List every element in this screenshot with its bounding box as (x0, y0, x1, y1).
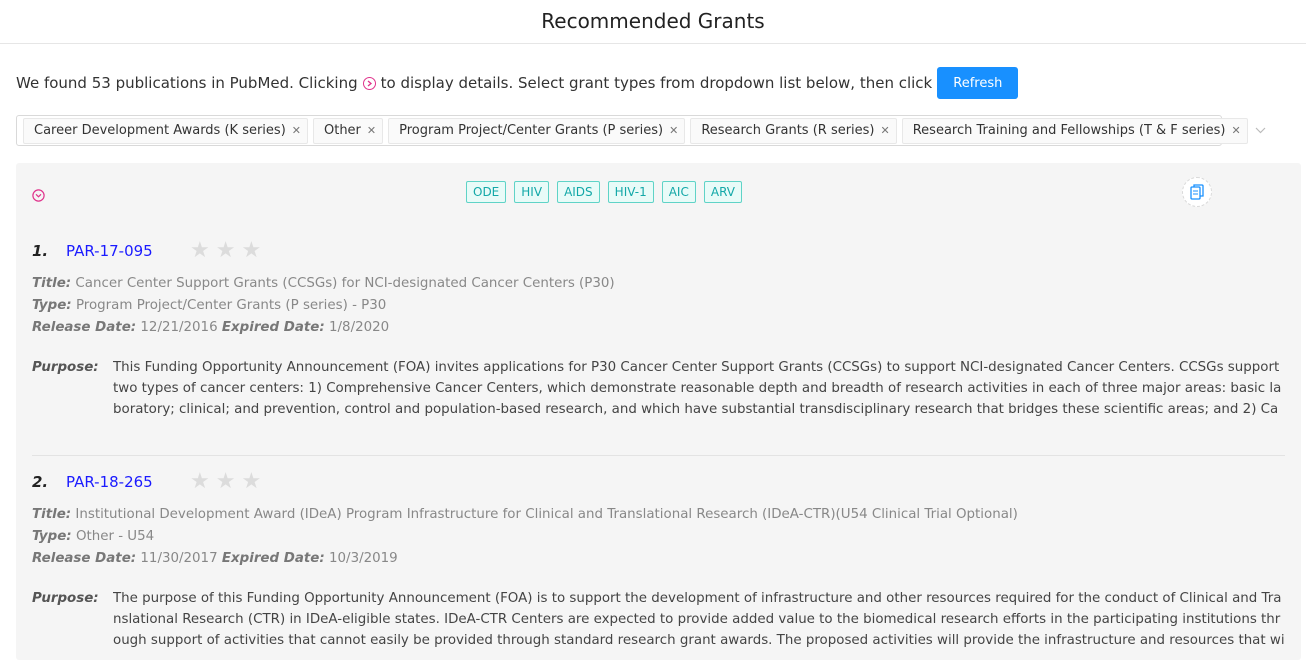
filter-chip-label: Research Training and Fellowships (T & F… (912, 123, 1226, 138)
keyword-tag: ODE (466, 181, 507, 203)
grant-item: 2. PAR-18-265 ★ ★ ★ Title: Institutional… (32, 470, 1285, 651)
expand-toggle-icon[interactable] (32, 187, 45, 206)
page-header: Recommended Grants (0, 0, 1306, 44)
info-text-prefix: We found 53 publications in PubMed. Clic… (16, 74, 358, 92)
remove-chip-icon[interactable]: ✕ (881, 124, 890, 137)
grant-purpose: Purpose: This Funding Opportunity Announ… (32, 357, 1285, 420)
filter-chip-label: Career Development Awards (K series) (34, 123, 286, 138)
star-icon[interactable]: ★ (190, 470, 210, 494)
grant-type-row: Type: Other - U54 (32, 526, 1285, 548)
star-rating[interactable]: ★ ★ ★ (190, 239, 267, 263)
filter-chip-label: Program Project/Center Grants (P series) (399, 123, 664, 138)
purpose-label: Purpose: (32, 360, 99, 375)
grant-title-row: Title: Cancer Center Support Grants (CCS… (32, 273, 1285, 295)
grant-id-link[interactable]: PAR-17-095 (66, 242, 190, 260)
keyword-tag: AIC (661, 181, 696, 203)
filter-chip-label: Research Grants (R series) (701, 123, 875, 138)
remove-chip-icon[interactable]: ✕ (1231, 124, 1240, 137)
info-text-suffix: to display details. Select grant types f… (380, 74, 933, 92)
release-date: 11/30/2017 (140, 551, 218, 566)
grant-type: Other - U54 (75, 529, 155, 544)
release-date: 12/21/2016 (140, 320, 218, 335)
purpose-text: The purpose of this Funding Opportunity … (113, 591, 1285, 648)
title-label: Title: (32, 276, 72, 291)
expired-date: 10/3/2019 (329, 551, 398, 566)
release-label: Release Date: (32, 551, 137, 566)
chevron-down-icon[interactable] (1255, 124, 1266, 137)
grant-purpose: Purpose: The purpose of this Funding Opp… (32, 588, 1285, 651)
expand-hint-icon (362, 76, 376, 90)
copy-button[interactable] (1182, 177, 1212, 207)
grant-type: Program Project/Center Grants (P series)… (75, 298, 387, 313)
grant-title-row: Title: Institutional Development Award (… (32, 504, 1285, 526)
star-icon[interactable]: ★ (216, 239, 236, 263)
filter-chip: Research Training and Fellowships (T & F… (901, 117, 1248, 144)
grant-id-link[interactable]: PAR-18-265 (66, 473, 190, 491)
keyword-tag: HIV (514, 181, 550, 203)
refresh-button[interactable]: Refresh (937, 67, 1019, 99)
expired-date: 1/8/2020 (329, 320, 390, 335)
expired-label: Expired Date: (221, 551, 325, 566)
keyword-tag: HIV-1 (607, 181, 654, 203)
star-icon[interactable]: ★ (241, 239, 261, 263)
grant-meta: Title: Institutional Development Award (… (32, 504, 1285, 570)
star-icon[interactable]: ★ (241, 470, 261, 494)
grant-title: Cancer Center Support Grants (CCSGs) for… (75, 276, 615, 291)
filter-chip: Career Development Awards (K series) ✕ (23, 117, 308, 144)
filter-chip-label: Other (323, 123, 361, 138)
star-icon[interactable]: ★ (190, 239, 210, 263)
purpose-text: This Funding Opportunity Announcement (F… (113, 360, 1282, 417)
grant-title: Institutional Development Award (IDeA) P… (75, 507, 1018, 522)
info-bar: We found 53 publications in PubMed. Clic… (16, 67, 1019, 99)
type-label: Type: (32, 529, 72, 544)
purpose-label: Purpose: (32, 591, 99, 606)
keyword-tags: ODE HIV AIDS HIV-1 AIC ARV (466, 181, 750, 203)
grant-header: 2. PAR-18-265 ★ ★ ★ (32, 470, 1285, 494)
grant-number: 1. (32, 242, 49, 260)
copy-icon (1190, 184, 1204, 200)
release-label: Release Date: (32, 320, 137, 335)
filter-chip: Program Project/Center Grants (P series)… (388, 117, 686, 144)
keyword-tag: AIDS (557, 181, 600, 203)
page-title: Recommended Grants (541, 9, 765, 33)
star-icon[interactable]: ★ (216, 470, 236, 494)
grant-meta: Title: Cancer Center Support Grants (CCS… (32, 273, 1285, 339)
star-rating[interactable]: ★ ★ ★ (190, 470, 267, 494)
grant-dates-row: Release Date: 11/30/2017 Expired Date: 1… (32, 548, 1285, 570)
grant-dates-row: Release Date: 12/21/2016 Expired Date: 1… (32, 317, 1285, 339)
grant-type-select[interactable]: Career Development Awards (K series) ✕ O… (16, 115, 1266, 146)
expired-label: Expired Date: (221, 320, 325, 335)
type-label: Type: (32, 298, 72, 313)
remove-chip-icon[interactable]: ✕ (292, 124, 301, 137)
grant-number: 2. (32, 473, 49, 491)
filter-chip: Research Grants (R series) ✕ (690, 117, 897, 144)
grant-type-row: Type: Program Project/Center Grants (P s… (32, 295, 1285, 317)
grant-header: 1. PAR-17-095 ★ ★ ★ (32, 239, 1285, 263)
remove-chip-icon[interactable]: ✕ (669, 124, 678, 137)
grant-item: 1. PAR-17-095 ★ ★ ★ Title: Cancer Center… (32, 239, 1285, 420)
title-label: Title: (32, 507, 72, 522)
keyword-tag: ARV (703, 181, 742, 203)
grant-divider (32, 455, 1285, 456)
remove-chip-icon[interactable]: ✕ (367, 124, 376, 137)
filter-chip: Other ✕ (312, 117, 384, 144)
results-panel: ODE HIV AIDS HIV-1 AIC ARV 1. PAR-17-095… (16, 163, 1301, 660)
